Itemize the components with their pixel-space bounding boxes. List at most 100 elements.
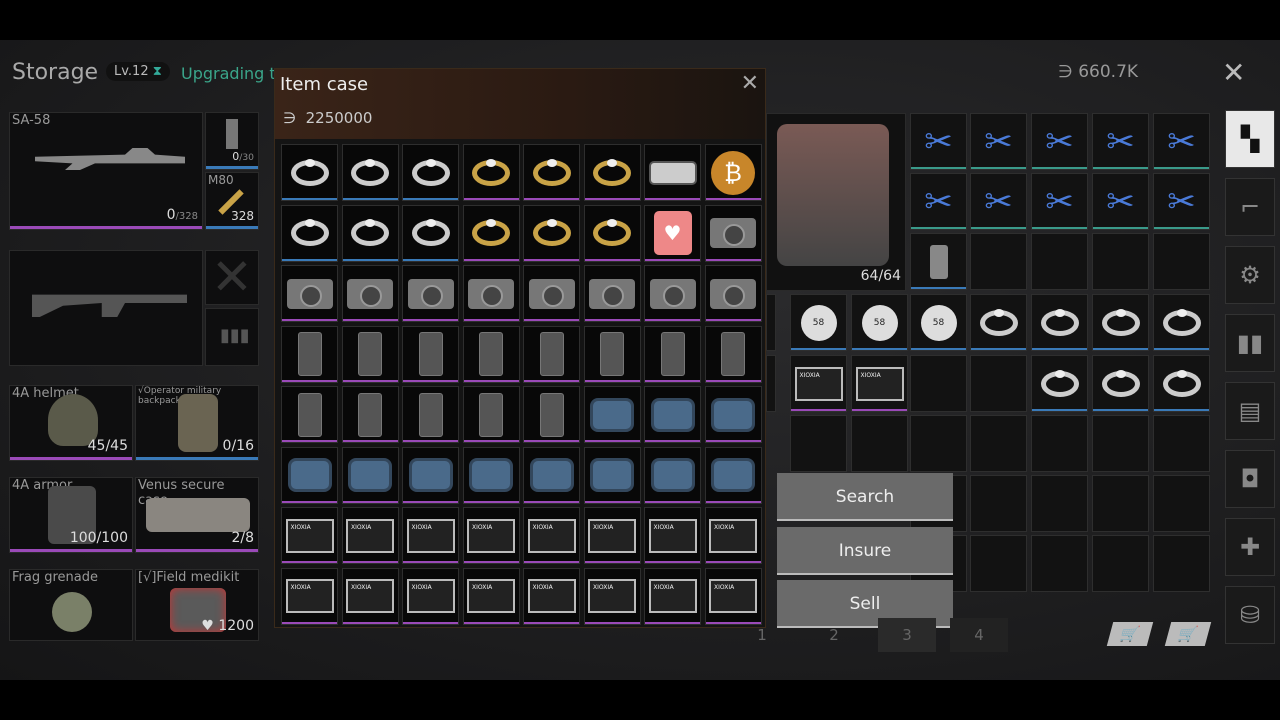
item-ring-silver[interactable] <box>1031 294 1088 351</box>
item-phone[interactable] <box>402 386 459 443</box>
page-1[interactable]: 1 <box>733 618 791 652</box>
sell-cart-icon[interactable]: 🛒 <box>1164 622 1212 646</box>
empty-cell[interactable] <box>910 415 967 472</box>
item-ring-silver[interactable] <box>402 204 459 262</box>
item-ssd[interactable]: XIOXIA <box>281 567 338 625</box>
empty-cell[interactable] <box>1153 535 1210 592</box>
item-camera[interactable] <box>341 265 399 322</box>
item-ssd[interactable]: XIOXIA <box>644 567 701 625</box>
empty-cell[interactable] <box>970 475 1027 532</box>
insure-button[interactable]: Insure <box>777 527 953 575</box>
item-ssd[interactable]: XIOXIA <box>704 507 762 564</box>
item-ring-silver[interactable] <box>1092 355 1149 412</box>
empty-cell[interactable] <box>1031 415 1088 472</box>
container-slot[interactable]: 64/64 <box>766 113 906 291</box>
item-ring-gold[interactable] <box>583 204 641 262</box>
item-camera[interactable] <box>644 265 701 322</box>
item-ring-silver[interactable] <box>1031 355 1088 412</box>
item-ring-silver[interactable] <box>1153 355 1210 412</box>
empty-cell[interactable] <box>1092 475 1149 532</box>
empty-cell[interactable] <box>1031 475 1088 532</box>
item-camera[interactable] <box>704 265 762 322</box>
item-ssd[interactable]: XIOXIA <box>523 567 580 625</box>
empty-cell[interactable] <box>970 535 1027 592</box>
item-device[interactable] <box>910 233 967 290</box>
item-heart-box[interactable]: ♥ <box>644 204 701 262</box>
item-pliers[interactable]: ✂ <box>1092 173 1149 230</box>
empty-cell[interactable] <box>1092 415 1149 472</box>
item-ssd[interactable]: XIOXIA <box>583 507 641 564</box>
item-ssd[interactable]: XIOXIA <box>402 567 459 625</box>
item-ssd[interactable]: XIOXIA <box>341 567 399 625</box>
secondary-weapon-slot[interactable] <box>9 250 203 366</box>
ammo-slot-empty[interactable]: ▮▮▮ <box>205 308 259 366</box>
item-watch[interactable] <box>644 386 701 443</box>
item-pliers[interactable]: ✂ <box>1031 173 1088 230</box>
item-watch[interactable] <box>281 446 338 504</box>
magazine-slot[interactable]: 0/30 <box>205 112 259 170</box>
empty-cell[interactable] <box>1153 415 1210 472</box>
item-camera[interactable] <box>583 265 641 322</box>
empty-cell[interactable] <box>1153 233 1210 290</box>
item-ssd[interactable]: XIOXIA <box>790 355 847 412</box>
medkit-slot[interactable]: [√]Field medikit ♥ 1200 <box>135 569 259 641</box>
search-button[interactable]: Search <box>777 473 953 521</box>
close-icon[interactable]: ✕ <box>1222 56 1245 89</box>
item-console[interactable] <box>644 144 701 201</box>
item-phone[interactable] <box>583 325 641 383</box>
item-watch[interactable] <box>583 386 641 443</box>
item-phone[interactable] <box>462 386 520 443</box>
storage-level-badge[interactable]: Lv.12 ⧗ <box>106 62 170 81</box>
item-tag[interactable] <box>766 294 776 351</box>
item-ssd[interactable]: XIOXIA <box>341 507 399 564</box>
item-ring-silver[interactable] <box>341 204 399 262</box>
item-watch[interactable] <box>704 386 762 443</box>
item-camera[interactable] <box>402 265 459 322</box>
item-tag[interactable]: 58 <box>910 294 967 351</box>
item-phone[interactable] <box>281 325 338 383</box>
secure-case-slot[interactable]: Venus secure case 2/8 <box>135 477 259 553</box>
item-watch[interactable] <box>644 446 701 504</box>
ammo-slot[interactable]: M80 328 <box>205 172 259 230</box>
item-ssd[interactable]: XIOXIA <box>462 507 520 564</box>
empty-cell[interactable] <box>1031 535 1088 592</box>
empty-cell[interactable] <box>790 415 847 472</box>
empty-cell[interactable] <box>970 415 1027 472</box>
item-pliers[interactable]: ✂ <box>910 113 967 170</box>
item-phone[interactable] <box>644 325 701 383</box>
item-watch[interactable] <box>583 446 641 504</box>
item-phone[interactable] <box>523 386 580 443</box>
tab-all-icon[interactable]: ▚ <box>1225 110 1275 168</box>
page-3[interactable]: 3 <box>878 618 936 652</box>
item-ssd[interactable]: XIOXIA <box>704 567 762 625</box>
item-ring-gold[interactable] <box>462 204 520 262</box>
tab-parts-icon[interactable]: ⚙ <box>1225 246 1275 304</box>
item-ring-silver[interactable] <box>970 294 1027 351</box>
item-watch[interactable] <box>462 446 520 504</box>
item-ring-gold[interactable] <box>583 144 641 201</box>
item-ssd[interactable]: XIOXIA <box>281 507 338 564</box>
armor-slot[interactable]: 4A armor 100/100 <box>9 477 133 553</box>
item-watch[interactable] <box>704 446 762 504</box>
tab-medical-icon[interactable]: ✚ <box>1225 518 1275 576</box>
empty-cell[interactable] <box>970 355 1027 412</box>
buy-cart-icon[interactable]: 🛒 <box>1106 622 1154 646</box>
item-pliers[interactable]: ✂ <box>1031 113 1088 170</box>
item-ring-silver[interactable] <box>341 144 399 201</box>
item-phone[interactable] <box>341 325 399 383</box>
item-ssd[interactable]: XIOXIA <box>644 507 701 564</box>
item-ring-silver[interactable] <box>1092 294 1149 351</box>
item-phone[interactable] <box>704 325 762 383</box>
tab-valuables-icon[interactable]: ⛁ <box>1225 586 1275 644</box>
item-ssd[interactable]: XIOXIA <box>583 567 641 625</box>
item-tag[interactable]: 58 <box>790 294 847 351</box>
dialog-close-icon[interactable]: ✕ <box>741 71 759 96</box>
item-phone[interactable] <box>281 386 338 443</box>
item-ssd[interactable]: XIOXIA <box>851 355 908 412</box>
grenade-slot[interactable]: Frag grenade <box>9 569 133 641</box>
item-pliers[interactable]: ✂ <box>1092 113 1149 170</box>
item-phone[interactable] <box>523 325 580 383</box>
item-phone[interactable] <box>462 325 520 383</box>
empty-cell[interactable] <box>970 233 1027 290</box>
item-ring-gold[interactable] <box>523 204 580 262</box>
